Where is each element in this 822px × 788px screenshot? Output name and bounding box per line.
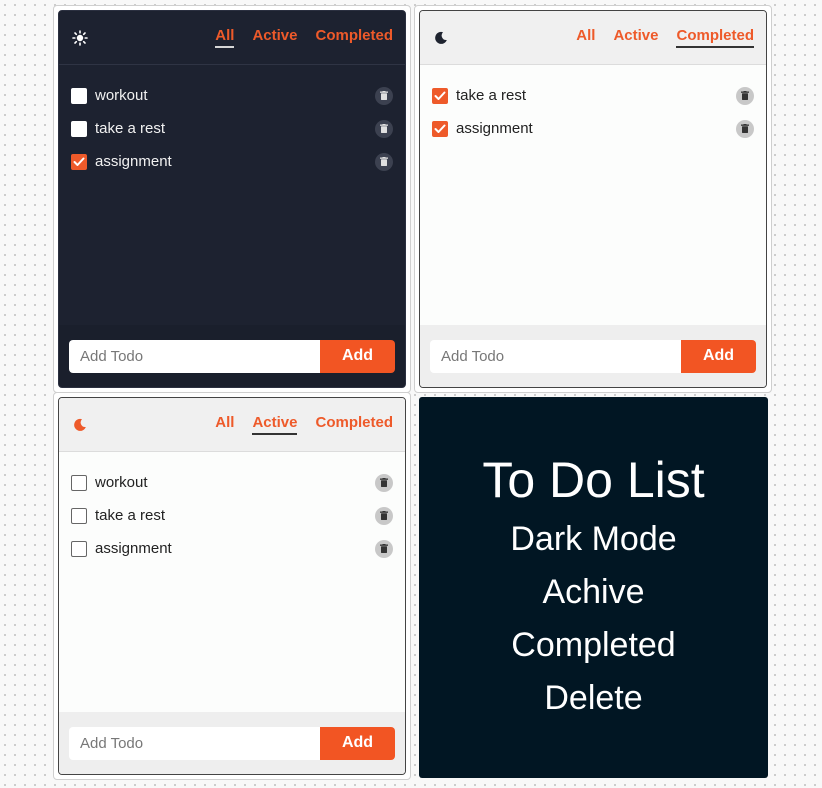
tab-active[interactable]: Active (613, 27, 658, 48)
tab-completed[interactable]: Completed (315, 27, 393, 48)
sun-icon[interactable] (71, 29, 89, 47)
todo-checkbox[interactable] (71, 507, 87, 524)
trash-icon[interactable] (375, 86, 393, 105)
list-item: workout (71, 466, 393, 499)
list-item: take a rest (71, 499, 393, 532)
add-button[interactable]: Add (320, 339, 395, 373)
list-item: assignment (432, 112, 754, 145)
trash-icon[interactable] (736, 86, 754, 105)
app-header: All Active Completed (59, 398, 405, 452)
todo-checkbox[interactable] (71, 474, 87, 491)
todo-checkbox[interactable] (432, 87, 448, 104)
todo-list: take a rest assignment (420, 65, 766, 325)
trash-icon[interactable] (375, 539, 393, 558)
todo-text: take a rest (456, 87, 527, 104)
trash-icon[interactable] (736, 119, 754, 138)
promo-feature-completed: Completed (511, 625, 676, 664)
todo-checkbox[interactable] (432, 120, 448, 137)
todo-checkbox[interactable] (71, 87, 87, 104)
tab-active[interactable]: Active (252, 27, 297, 48)
moon-icon[interactable] (71, 416, 89, 434)
todo-text: workout (95, 87, 148, 104)
checkmark-icon (434, 91, 446, 100)
add-todo-bar: Add (59, 325, 405, 387)
filter-tabs: All Active Completed (215, 27, 393, 48)
todo-app-card-active: All Active Completed workout take a rest (53, 392, 411, 780)
todo-text: assignment (456, 120, 533, 137)
todo-app: All Active Completed take a rest assignm… (419, 10, 767, 388)
tab-active[interactable]: Active (252, 414, 298, 435)
todo-list: workout take a rest assignment (59, 65, 405, 325)
list-item: workout (71, 79, 393, 112)
checkmark-icon (434, 124, 446, 133)
tab-completed[interactable]: Completed (676, 27, 754, 48)
todo-text: take a rest (95, 120, 166, 137)
filter-tabs: All Active Completed (576, 27, 754, 48)
list-item: assignment (71, 532, 393, 565)
checkmark-icon (73, 157, 85, 166)
todo-checkbox[interactable] (71, 540, 87, 557)
todo-app: All Active Completed workout take a rest (58, 397, 406, 775)
todo-text: assignment (95, 153, 172, 170)
tab-all[interactable]: All (576, 27, 595, 48)
list-item: take a rest (71, 112, 393, 145)
add-todo-input[interactable] (430, 339, 681, 373)
todo-text: assignment (95, 540, 172, 557)
add-todo-input[interactable] (69, 726, 320, 760)
promo-feature-achive: Achive (542, 572, 645, 611)
todo-checkbox[interactable] (71, 153, 87, 170)
promo-feature-dark-mode: Dark Mode (510, 519, 677, 558)
todo-checkbox[interactable] (71, 120, 87, 137)
trash-icon[interactable] (375, 152, 393, 171)
trash-icon[interactable] (375, 473, 393, 492)
todo-app-card-dark: All Active Completed workout take a rest (53, 5, 411, 393)
todo-text: take a rest (95, 507, 166, 524)
moon-icon[interactable] (432, 29, 450, 47)
todo-text: workout (95, 474, 148, 491)
feature-summary-panel: To Do List Dark Mode Achive Completed De… (419, 397, 768, 778)
add-todo-bar: Add (59, 712, 405, 774)
todo-list: workout take a rest assignment (59, 452, 405, 712)
todo-app-card-completed: All Active Completed take a rest assignm… (414, 5, 772, 393)
promo-feature-delete: Delete (544, 678, 643, 717)
add-todo-bar: Add (420, 325, 766, 387)
add-button[interactable]: Add (320, 726, 395, 760)
app-header: All Active Completed (420, 11, 766, 65)
list-item: take a rest (432, 79, 754, 112)
add-button[interactable]: Add (681, 339, 756, 373)
todo-app: All Active Completed workout take a rest (58, 10, 406, 388)
trash-icon[interactable] (375, 119, 393, 138)
list-item: assignment (71, 145, 393, 178)
filter-tabs: All Active Completed (215, 414, 393, 435)
tab-all[interactable]: All (215, 27, 235, 48)
tab-completed[interactable]: Completed (315, 414, 393, 435)
promo-title: To Do List (482, 451, 705, 508)
app-header: All Active Completed (59, 11, 405, 65)
tab-all[interactable]: All (215, 414, 234, 435)
add-todo-input[interactable] (69, 339, 320, 373)
trash-icon[interactable] (375, 506, 393, 525)
